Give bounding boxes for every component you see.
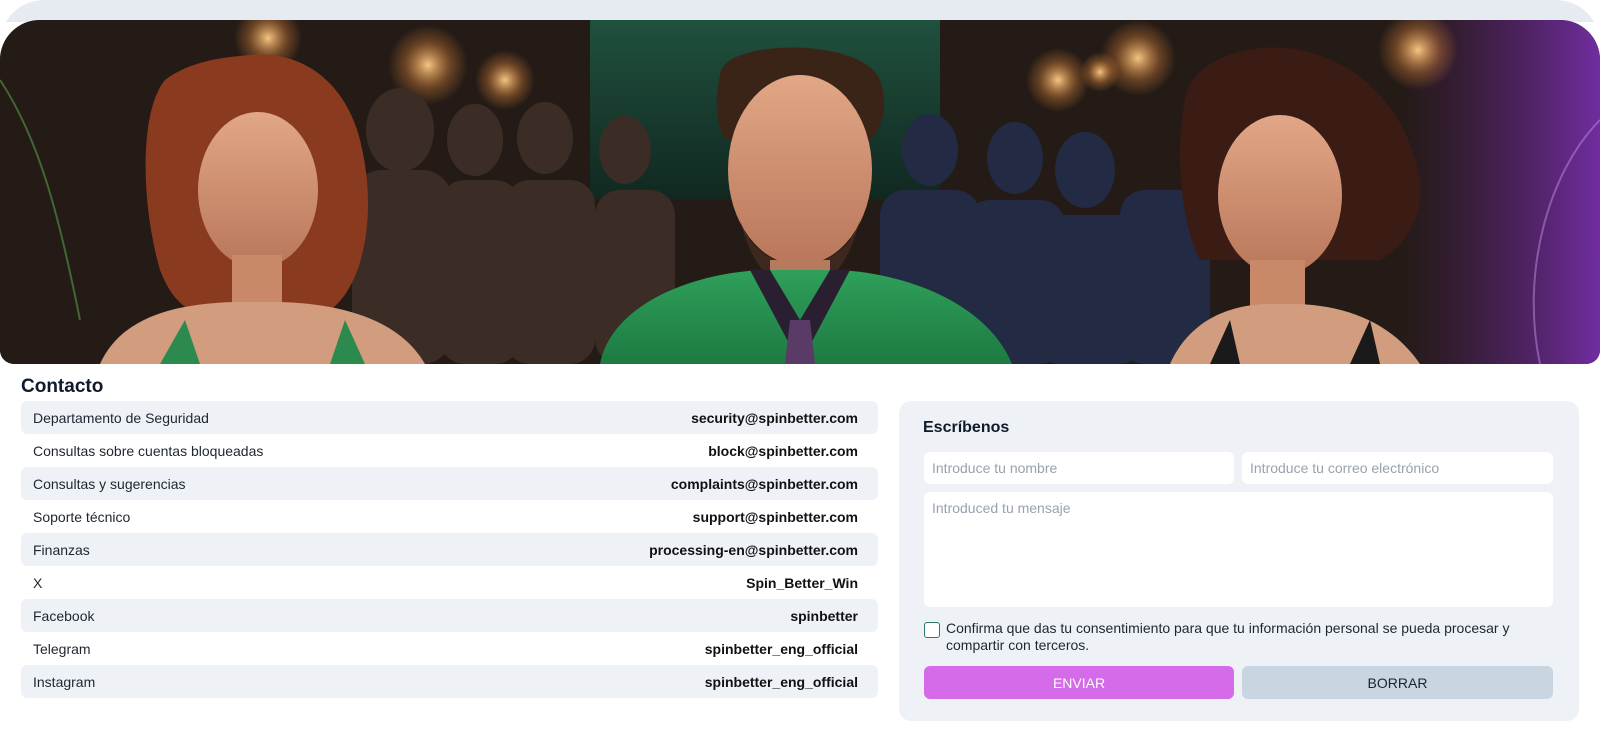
consent-text: Confirma que das tu consentimiento para … [946, 620, 1510, 653]
send-button[interactable]: ENVIAR [924, 666, 1234, 699]
contact-list: Departamento de Seguridad security@spinbe… [21, 401, 878, 698]
contact-row-label: Departamento de Seguridad [33, 409, 209, 426]
message-textarea[interactable] [924, 492, 1553, 607]
contact-row-label: Finanzas [33, 541, 90, 558]
contact-row-label: Telegram [33, 640, 91, 657]
consent-checkbox[interactable] [924, 622, 940, 638]
top-strip [0, 0, 1600, 22]
contact-row-value[interactable]: security@spinbetter.com [691, 410, 858, 426]
contact-row-value[interactable]: block@spinbetter.com [708, 443, 858, 459]
contact-row: Telegram spinbetter_eng_official [21, 632, 878, 665]
contact-row: Instagram spinbetter_eng_official [21, 665, 878, 698]
contact-row: Finanzas processing-en@spinbetter.com [21, 533, 878, 566]
contact-row-value[interactable]: processing-en@spinbetter.com [649, 542, 858, 558]
hero-banner-image [0, 20, 1600, 364]
contact-row-label: Soporte técnico [33, 508, 131, 525]
contact-title: Contacto [21, 376, 104, 397]
contact-row-label: Instagram [33, 673, 96, 690]
consent-row[interactable]: Confirma que das tu consentimiento para … [924, 620, 1553, 654]
contact-row-label: Facebook [33, 607, 95, 624]
contact-row: X Spin_Better_Win [21, 566, 878, 599]
contact-row-label: Consultas y sugerencias [33, 475, 186, 492]
contact-row: Consultas y sugerencias complaints@spinbe… [21, 467, 878, 500]
contact-row-value[interactable]: spinbetter_eng_official [705, 641, 858, 657]
clear-button[interactable]: BORRAR [1242, 666, 1553, 699]
contact-row: Facebook spinbetter [21, 599, 878, 632]
contact-row: Soporte técnico support@spinbetter.com [21, 500, 878, 533]
email-input[interactable] [1242, 452, 1553, 484]
contact-row-label: Consultas sobre cuentas bloqueadas [33, 442, 264, 459]
contact-row-value[interactable]: support@spinbetter.com [693, 509, 858, 525]
contact-row-value[interactable]: complaints@spinbetter.com [671, 476, 858, 492]
hero-banner [0, 20, 1600, 364]
page-frame: Contacto Departamento de Seguridad securi… [0, 0, 1600, 730]
contact-row: Departamento de Seguridad security@spinbe… [21, 401, 878, 434]
contact-form: Escríbenos Confirma que das tu consentim… [899, 401, 1579, 721]
contact-row-value[interactable]: spinbetter_eng_official [705, 674, 858, 690]
contact-row: Consultas sobre cuentas bloqueadas block@… [21, 434, 878, 467]
name-input[interactable] [924, 452, 1234, 484]
form-title: Escríbenos [923, 419, 1010, 436]
contact-row-value[interactable]: spinbetter [790, 608, 858, 624]
contact-row-value[interactable]: Spin_Better_Win [746, 575, 858, 591]
contact-row-label: X [33, 574, 43, 591]
